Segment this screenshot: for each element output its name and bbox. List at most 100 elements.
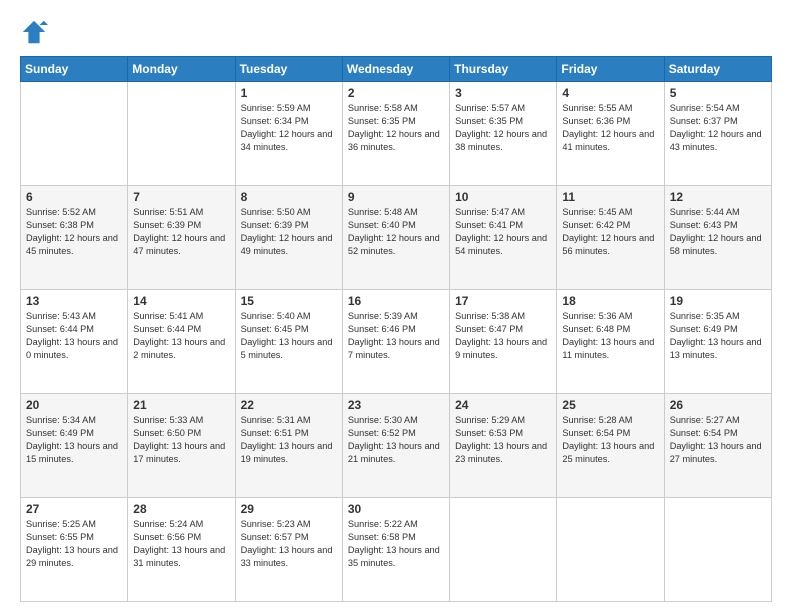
day-info: Sunrise: 5:51 AM Sunset: 6:39 PM Dayligh… [133, 206, 229, 258]
calendar-cell: 9 Sunrise: 5:48 AM Sunset: 6:40 PM Daylig… [342, 186, 449, 290]
calendar-cell: 6Sunrise: 5:52 AM Sunset: 6:38 PM Daylig… [21, 186, 128, 290]
day-header-thursday: Thursday [450, 57, 557, 82]
day-number: 23 [348, 398, 444, 412]
day-number: 2 [348, 86, 444, 100]
day-info: Sunrise: 5:25 AM Sunset: 6:55 PM Dayligh… [26, 518, 122, 570]
day-number: 30 [348, 502, 444, 516]
calendar-cell: 27 Sunrise: 5:25 AM Sunset: 6:55 PM Dayli… [21, 498, 128, 602]
day-info: Sunrise: 5:55 AM Sunset: 6:36 PM Dayligh… [562, 102, 658, 154]
day-info: Sunrise: 5:58 AM Sunset: 6:35 PM Dayligh… [348, 102, 444, 154]
day-number: 29 [241, 502, 337, 516]
day-info: Sunrise: 5:41 AM Sunset: 6:44 PM Dayligh… [133, 310, 229, 362]
calendar-cell [664, 498, 771, 602]
day-number: 19 [670, 294, 766, 308]
calendar-cell: 20Sunrise: 5:34 AM Sunset: 6:49 PM Dayli… [21, 394, 128, 498]
week-row-5: 27 Sunrise: 5:25 AM Sunset: 6:55 PM Dayli… [21, 498, 772, 602]
day-number: 10 [455, 190, 551, 204]
day-header-saturday: Saturday [664, 57, 771, 82]
calendar-cell: 24Sunrise: 5:29 AM Sunset: 6:53 PM Dayli… [450, 394, 557, 498]
day-header-monday: Monday [128, 57, 235, 82]
day-number: 12 [670, 190, 766, 204]
calendar-cell: 11 Sunrise: 5:45 AM Sunset: 6:42 PM Dayli… [557, 186, 664, 290]
day-number: 4 [562, 86, 658, 100]
day-number: 8 [241, 190, 337, 204]
calendar-cell: 18 Sunrise: 5:36 AM Sunset: 6:48 PM Dayli… [557, 290, 664, 394]
calendar-cell: 2 Sunrise: 5:58 AM Sunset: 6:35 PM Daylig… [342, 82, 449, 186]
day-header-sunday: Sunday [21, 57, 128, 82]
week-row-3: 13Sunrise: 5:43 AM Sunset: 6:44 PM Dayli… [21, 290, 772, 394]
day-number: 5 [670, 86, 766, 100]
calendar-cell: 28 Sunrise: 5:24 AM Sunset: 6:56 PM Dayli… [128, 498, 235, 602]
day-info: Sunrise: 5:54 AM Sunset: 6:37 PM Dayligh… [670, 102, 766, 154]
calendar-header-row: SundayMondayTuesdayWednesdayThursdayFrid… [21, 57, 772, 82]
day-number: 26 [670, 398, 766, 412]
day-number: 22 [241, 398, 337, 412]
day-number: 11 [562, 190, 658, 204]
day-number: 9 [348, 190, 444, 204]
week-row-2: 6Sunrise: 5:52 AM Sunset: 6:38 PM Daylig… [21, 186, 772, 290]
page: SundayMondayTuesdayWednesdayThursdayFrid… [0, 0, 792, 612]
day-info: Sunrise: 5:34 AM Sunset: 6:49 PM Dayligh… [26, 414, 122, 466]
calendar-cell: 21 Sunrise: 5:33 AM Sunset: 6:50 PM Dayli… [128, 394, 235, 498]
day-number: 16 [348, 294, 444, 308]
day-number: 27 [26, 502, 122, 516]
calendar-cell: 29 Sunrise: 5:23 AM Sunset: 6:57 PM Dayli… [235, 498, 342, 602]
calendar-cell: 3 Sunrise: 5:57 AM Sunset: 6:35 PM Daylig… [450, 82, 557, 186]
calendar-cell: 8 Sunrise: 5:50 AM Sunset: 6:39 PM Daylig… [235, 186, 342, 290]
day-number: 17 [455, 294, 551, 308]
day-info: Sunrise: 5:39 AM Sunset: 6:46 PM Dayligh… [348, 310, 444, 362]
day-header-friday: Friday [557, 57, 664, 82]
calendar-cell: 16 Sunrise: 5:39 AM Sunset: 6:46 PM Dayli… [342, 290, 449, 394]
day-info: Sunrise: 5:27 AM Sunset: 6:54 PM Dayligh… [670, 414, 766, 466]
day-number: 25 [562, 398, 658, 412]
calendar-cell: 4 Sunrise: 5:55 AM Sunset: 6:36 PM Daylig… [557, 82, 664, 186]
day-number: 3 [455, 86, 551, 100]
calendar-cell: 22 Sunrise: 5:31 AM Sunset: 6:51 PM Dayli… [235, 394, 342, 498]
day-info: Sunrise: 5:22 AM Sunset: 6:58 PM Dayligh… [348, 518, 444, 570]
day-number: 13 [26, 294, 122, 308]
day-number: 7 [133, 190, 229, 204]
calendar-table: SundayMondayTuesdayWednesdayThursdayFrid… [20, 56, 772, 602]
week-row-4: 20Sunrise: 5:34 AM Sunset: 6:49 PM Dayli… [21, 394, 772, 498]
day-info: Sunrise: 5:38 AM Sunset: 6:47 PM Dayligh… [455, 310, 551, 362]
day-info: Sunrise: 5:57 AM Sunset: 6:35 PM Dayligh… [455, 102, 551, 154]
day-number: 21 [133, 398, 229, 412]
calendar-cell: 1 Sunrise: 5:59 AM Sunset: 6:34 PM Daylig… [235, 82, 342, 186]
day-info: Sunrise: 5:36 AM Sunset: 6:48 PM Dayligh… [562, 310, 658, 362]
logo [20, 18, 52, 46]
day-number: 18 [562, 294, 658, 308]
day-info: Sunrise: 5:45 AM Sunset: 6:42 PM Dayligh… [562, 206, 658, 258]
day-info: Sunrise: 5:59 AM Sunset: 6:34 PM Dayligh… [241, 102, 337, 154]
day-number: 14 [133, 294, 229, 308]
header [20, 18, 772, 46]
logo-icon [20, 18, 48, 46]
week-row-1: 1 Sunrise: 5:59 AM Sunset: 6:34 PM Daylig… [21, 82, 772, 186]
calendar-cell: 12 Sunrise: 5:44 AM Sunset: 6:43 PM Dayli… [664, 186, 771, 290]
day-info: Sunrise: 5:31 AM Sunset: 6:51 PM Dayligh… [241, 414, 337, 466]
day-info: Sunrise: 5:23 AM Sunset: 6:57 PM Dayligh… [241, 518, 337, 570]
day-number: 1 [241, 86, 337, 100]
calendar-cell: 14 Sunrise: 5:41 AM Sunset: 6:44 PM Dayli… [128, 290, 235, 394]
calendar-cell [557, 498, 664, 602]
day-info: Sunrise: 5:47 AM Sunset: 6:41 PM Dayligh… [455, 206, 551, 258]
day-header-tuesday: Tuesday [235, 57, 342, 82]
calendar-cell: 23 Sunrise: 5:30 AM Sunset: 6:52 PM Dayli… [342, 394, 449, 498]
calendar-cell: 26 Sunrise: 5:27 AM Sunset: 6:54 PM Dayli… [664, 394, 771, 498]
day-info: Sunrise: 5:33 AM Sunset: 6:50 PM Dayligh… [133, 414, 229, 466]
calendar-cell: 17 Sunrise: 5:38 AM Sunset: 6:47 PM Dayli… [450, 290, 557, 394]
day-info: Sunrise: 5:35 AM Sunset: 6:49 PM Dayligh… [670, 310, 766, 362]
calendar-cell: 25Sunrise: 5:28 AM Sunset: 6:54 PM Dayli… [557, 394, 664, 498]
day-info: Sunrise: 5:30 AM Sunset: 6:52 PM Dayligh… [348, 414, 444, 466]
calendar-cell [450, 498, 557, 602]
day-info: Sunrise: 5:24 AM Sunset: 6:56 PM Dayligh… [133, 518, 229, 570]
calendar-cell: 19 Sunrise: 5:35 AM Sunset: 6:49 PM Dayli… [664, 290, 771, 394]
calendar-cell: 13Sunrise: 5:43 AM Sunset: 6:44 PM Dayli… [21, 290, 128, 394]
day-info: Sunrise: 5:50 AM Sunset: 6:39 PM Dayligh… [241, 206, 337, 258]
calendar-cell [21, 82, 128, 186]
day-info: Sunrise: 5:29 AM Sunset: 6:53 PM Dayligh… [455, 414, 551, 466]
calendar-cell: 5 Sunrise: 5:54 AM Sunset: 6:37 PM Daylig… [664, 82, 771, 186]
day-info: Sunrise: 5:52 AM Sunset: 6:38 PM Dayligh… [26, 206, 122, 258]
day-info: Sunrise: 5:48 AM Sunset: 6:40 PM Dayligh… [348, 206, 444, 258]
day-number: 28 [133, 502, 229, 516]
day-info: Sunrise: 5:44 AM Sunset: 6:43 PM Dayligh… [670, 206, 766, 258]
